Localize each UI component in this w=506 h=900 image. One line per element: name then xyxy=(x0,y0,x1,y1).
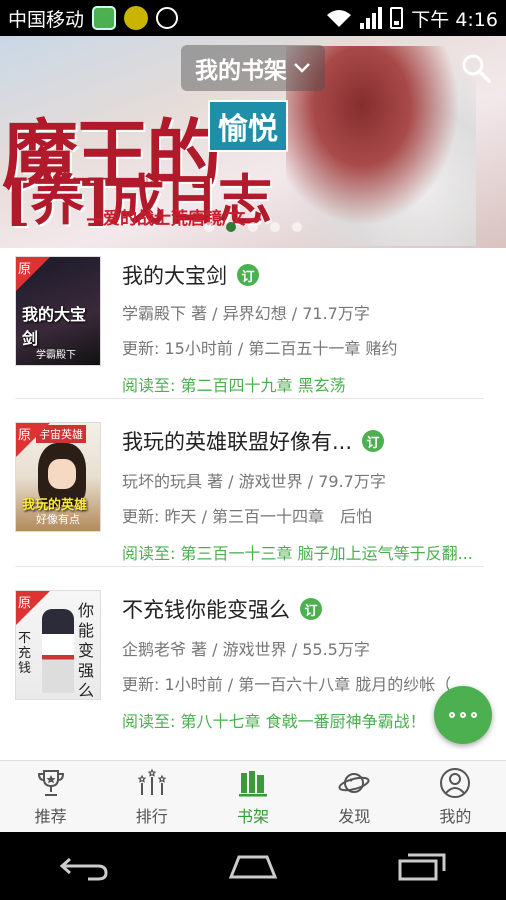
app-notification-icon-2 xyxy=(124,6,149,30)
page-dot-active[interactable] xyxy=(226,222,236,232)
tab-discover[interactable]: 发现 xyxy=(304,761,405,832)
tab-label: 发现 xyxy=(338,806,371,826)
page-title: 我的书架 xyxy=(195,58,287,84)
tab-label: 排行 xyxy=(135,806,168,826)
book-progress-line: 阅读至: 第三百一十三章 脑子加上运气等于反翻... xyxy=(122,544,473,563)
book-author-line: 学霸殿下 著 / 异界幻想 / 71.7万字 xyxy=(122,304,370,323)
tab-ranking[interactable]: 排行 xyxy=(101,761,202,832)
more-dots-icon xyxy=(471,712,477,718)
wifi-icon xyxy=(327,10,352,27)
bottom-nav: 推荐 排行 书架 发现 我的 xyxy=(0,760,506,832)
cover-left-text: 不充钱 xyxy=(18,631,32,676)
book-title-text: 我的大宝剑 xyxy=(122,264,227,288)
subscribed-badge: 订 xyxy=(362,430,385,452)
book-title-text: 我玩的英雄联盟好像有... xyxy=(122,430,353,454)
page-dot[interactable] xyxy=(204,222,214,232)
back-icon[interactable] xyxy=(58,851,110,881)
book-update-line: 更新: 15小时前 / 第二百五十一章 赌约 xyxy=(122,339,398,358)
banner-tag: 愉悦 xyxy=(208,100,288,152)
cover-subtitle: 好像有点 xyxy=(36,513,80,526)
subscribed-badge: 订 xyxy=(237,264,259,286)
subscribed-badge: 订 xyxy=(300,598,322,620)
book-progress-line: 阅读至: 第八十七章 食戟一番厨神争霸战！ xyxy=(122,712,426,731)
banner-pagination xyxy=(0,222,506,232)
user-icon xyxy=(440,767,471,798)
book-title[interactable]: 我的大宝剑 订 xyxy=(122,260,259,290)
book-author-line: 企鹅老爷 著 / 游戏世界 / 55.5万字 xyxy=(122,640,370,659)
cover-face xyxy=(48,459,76,489)
recent-apps-icon[interactable] xyxy=(396,851,448,881)
book-item[interactable]: 原 你能变强么 不充钱 不充钱你能变强么 订 企鹅老爷 著 / 游戏世界 / 5… xyxy=(0,582,506,750)
page-dot[interactable] xyxy=(248,222,258,232)
book-item[interactable]: 宇宙英雄 原 我玩的英雄 好像有点 我玩的英雄联盟好像有... 订 玩坏的玩具 … xyxy=(0,414,506,582)
book-item[interactable]: 原 我的大宝剑 学霸殿下 我的大宝剑 订 学霸殿下 著 / 异界幻想 / 71.… xyxy=(0,248,506,416)
divider xyxy=(15,398,484,399)
divider xyxy=(15,566,484,567)
original-badge: 原 xyxy=(18,596,32,611)
book-author-line: 玩坏的玩具 著 / 游戏世界 / 79.7万字 xyxy=(122,472,386,491)
app-notification-icon xyxy=(92,6,117,30)
book-title-text: 不充钱你能变强么 xyxy=(122,598,290,622)
ranking-icon xyxy=(137,768,167,795)
status-bar: 中国移动 下午 4:16 xyxy=(0,0,506,36)
more-dots-icon xyxy=(460,712,466,718)
cover-author: 学霸殿下 xyxy=(36,350,76,361)
more-options-button[interactable] xyxy=(434,686,492,744)
top-bar: 我的书架 xyxy=(0,36,506,100)
cover-side-text: 你能变强么 xyxy=(78,601,95,700)
book-title[interactable]: 我玩的英雄联盟好像有... 订 xyxy=(122,426,385,456)
more-dots-icon xyxy=(449,712,455,718)
bookshelf-icon xyxy=(239,770,267,796)
book-progress-line: 阅读至: 第二百四十九章 黑玄荡 xyxy=(122,376,346,395)
tab-label: 我的 xyxy=(439,806,472,826)
tab-recommend[interactable]: 推荐 xyxy=(0,761,101,832)
shelf-switcher[interactable]: 我的书架 xyxy=(181,45,325,91)
tab-bookshelf[interactable]: 书架 xyxy=(202,761,303,832)
home-icon[interactable] xyxy=(227,851,279,881)
cover-title: 我的大宝剑 xyxy=(22,305,87,348)
book-cover: 宇宙英雄 原 我玩的英雄 好像有点 xyxy=(15,422,101,532)
book-cover: 原 你能变强么 不充钱 xyxy=(15,590,101,700)
book-update-line: 更新: 1小时前 / 第一百六十八章 胧月的纱帐（ xyxy=(122,675,452,694)
tab-label: 书架 xyxy=(237,806,270,826)
page-dot[interactable] xyxy=(292,222,302,232)
book-title[interactable]: 不充钱你能变强么 订 xyxy=(122,594,322,624)
tab-label: 推荐 xyxy=(34,806,67,826)
app-notification-icon-3 xyxy=(156,7,179,29)
tab-profile[interactable]: 我的 xyxy=(405,761,506,832)
search-icon[interactable] xyxy=(460,52,492,84)
book-update-line: 更新: 昨天 / 第三百一十四章 后怕 xyxy=(122,507,373,526)
book-cover: 原 我的大宝剑 学霸殿下 xyxy=(15,256,101,366)
system-nav-bar xyxy=(0,832,506,900)
carrier-label: 中国移动 xyxy=(8,8,85,31)
original-badge: 原 xyxy=(18,428,32,443)
planet-icon xyxy=(338,772,370,793)
trophy-icon xyxy=(37,769,64,796)
signal-icon xyxy=(360,7,383,29)
battery-icon xyxy=(390,7,404,29)
clock: 下午 4:16 xyxy=(411,8,498,31)
page-dot[interactable] xyxy=(270,222,280,232)
chevron-down-icon xyxy=(294,63,310,73)
original-badge: 原 xyxy=(18,262,32,277)
